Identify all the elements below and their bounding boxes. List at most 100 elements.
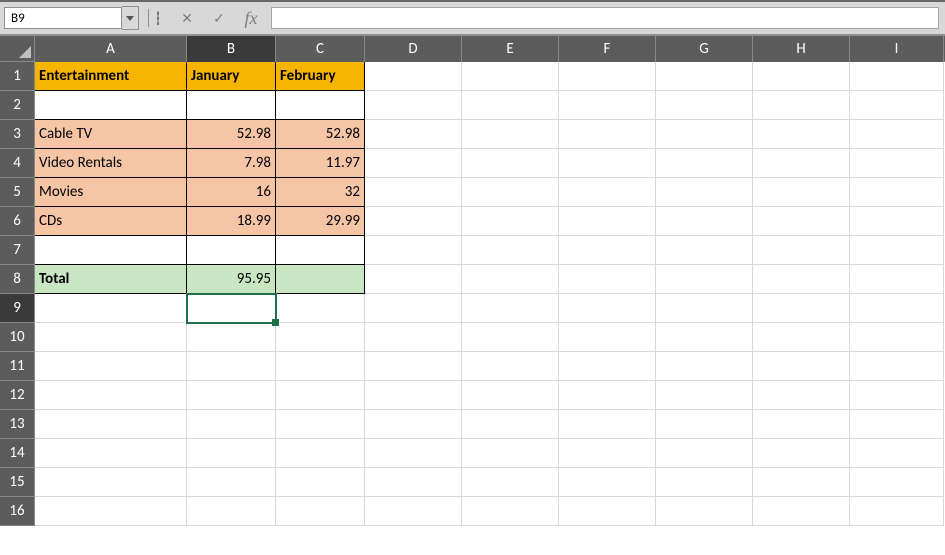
cells-area[interactable]: EntertainmentJanuaryFebruaryCable TV52.9… — [35, 62, 945, 555]
cell[interactable] — [276, 265, 365, 294]
cell[interactable] — [850, 410, 944, 439]
cell[interactable] — [187, 497, 276, 526]
cell[interactable] — [462, 468, 559, 497]
cell[interactable] — [753, 323, 850, 352]
cell[interactable] — [753, 410, 850, 439]
cell[interactable] — [35, 410, 187, 439]
cell[interactable] — [187, 91, 276, 120]
cell[interactable] — [559, 62, 656, 91]
cell[interactable] — [656, 439, 753, 468]
cell[interactable] — [462, 294, 559, 323]
cell[interactable]: CDs — [35, 207, 187, 236]
row-header-1[interactable]: 1 — [0, 62, 34, 91]
cell[interactable] — [753, 149, 850, 178]
cell[interactable] — [462, 323, 559, 352]
name-box-dropdown[interactable] — [122, 6, 139, 30]
cell[interactable] — [559, 381, 656, 410]
cell[interactable] — [365, 120, 462, 149]
cell[interactable] — [656, 323, 753, 352]
row-header-15[interactable]: 15 — [0, 468, 34, 497]
cell[interactable] — [35, 323, 187, 352]
cell[interactable]: 95.95 — [187, 265, 276, 294]
cell[interactable] — [656, 497, 753, 526]
cell[interactable] — [462, 236, 559, 265]
row-header-6[interactable]: 6 — [0, 207, 34, 236]
row-header-9[interactable]: 9 — [0, 294, 34, 323]
cell[interactable] — [850, 149, 944, 178]
cell[interactable] — [656, 207, 753, 236]
cell[interactable] — [559, 178, 656, 207]
cell[interactable] — [753, 352, 850, 381]
column-header-E[interactable]: E — [462, 36, 559, 62]
cell[interactable] — [462, 178, 559, 207]
column-header-F[interactable]: F — [559, 36, 656, 62]
cell[interactable] — [850, 381, 944, 410]
cell[interactable] — [365, 497, 462, 526]
cell[interactable] — [187, 236, 276, 265]
cell[interactable]: 11.97 — [276, 149, 365, 178]
cell[interactable] — [365, 294, 462, 323]
cell[interactable] — [187, 381, 276, 410]
cell[interactable] — [462, 120, 559, 149]
cell[interactable] — [462, 439, 559, 468]
confirm-button[interactable]: ✓ — [203, 6, 235, 30]
cell[interactable] — [276, 352, 365, 381]
cell[interactable] — [850, 294, 944, 323]
cell[interactable]: 52.98 — [276, 120, 365, 149]
column-header-G[interactable]: G — [656, 36, 753, 62]
cell[interactable] — [656, 236, 753, 265]
row-header-13[interactable]: 13 — [0, 410, 34, 439]
cell[interactable] — [850, 497, 944, 526]
fill-handle[interactable] — [272, 319, 279, 326]
cell[interactable] — [187, 468, 276, 497]
cell[interactable] — [365, 236, 462, 265]
cell[interactable] — [462, 410, 559, 439]
column-header-C[interactable]: C — [276, 36, 365, 62]
cell[interactable] — [462, 381, 559, 410]
cell[interactable] — [850, 323, 944, 352]
row-header-10[interactable]: 10 — [0, 323, 34, 352]
cell[interactable] — [462, 497, 559, 526]
column-header-I[interactable]: I — [850, 36, 944, 62]
cell[interactable] — [187, 439, 276, 468]
cell[interactable]: Total — [35, 265, 187, 294]
cell[interactable] — [656, 178, 753, 207]
cell[interactable] — [35, 352, 187, 381]
row-header-7[interactable]: 7 — [0, 236, 34, 265]
cell[interactable] — [365, 439, 462, 468]
cell[interactable] — [753, 120, 850, 149]
insert-function-button[interactable]: fx — [235, 6, 267, 30]
cell[interactable] — [850, 178, 944, 207]
row-header-3[interactable]: 3 — [0, 120, 34, 149]
cell[interactable] — [850, 120, 944, 149]
row-header-2[interactable]: 2 — [0, 91, 34, 120]
cell[interactable] — [559, 236, 656, 265]
cell[interactable] — [656, 149, 753, 178]
cell[interactable] — [850, 468, 944, 497]
name-box[interactable]: B9 — [4, 7, 122, 29]
cell[interactable] — [559, 265, 656, 294]
cell[interactable] — [365, 468, 462, 497]
cell[interactable] — [187, 294, 276, 323]
cell[interactable] — [276, 439, 365, 468]
cell[interactable] — [850, 265, 944, 294]
cell[interactable]: 7.98 — [187, 149, 276, 178]
cell[interactable] — [850, 62, 944, 91]
cell[interactable] — [559, 149, 656, 178]
cell[interactable] — [559, 91, 656, 120]
cell[interactable] — [187, 410, 276, 439]
cell[interactable] — [35, 294, 187, 323]
cell[interactable] — [753, 294, 850, 323]
cell[interactable]: Video Rentals — [35, 149, 187, 178]
cell[interactable] — [656, 62, 753, 91]
cell[interactable] — [850, 439, 944, 468]
cell[interactable]: February — [276, 62, 365, 91]
cell[interactable] — [656, 265, 753, 294]
cell[interactable] — [753, 497, 850, 526]
cell[interactable] — [365, 62, 462, 91]
cell[interactable] — [753, 91, 850, 120]
column-header-B[interactable]: B — [187, 36, 276, 62]
drag-handle-icon[interactable] — [157, 11, 159, 25]
column-header-H[interactable]: H — [753, 36, 850, 62]
column-header-D[interactable]: D — [365, 36, 462, 62]
